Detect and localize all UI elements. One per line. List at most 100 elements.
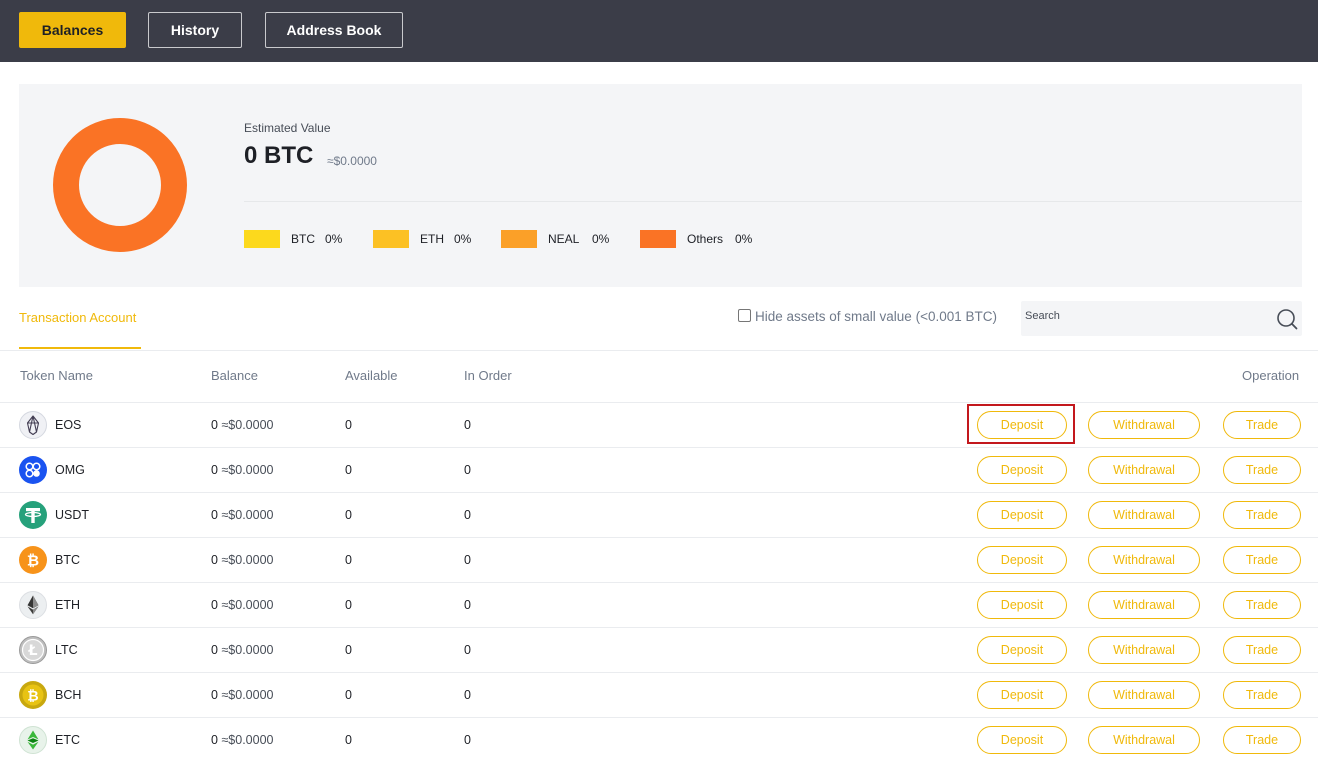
deposit-button-ltc[interactable]: Deposit [977, 636, 1067, 664]
deposit-button-omg[interactable]: Deposit [977, 456, 1067, 484]
svg-text:₿: ₿ [27, 689, 38, 705]
token-in-order: 0 [464, 553, 471, 567]
legend-swatch-others [640, 230, 676, 248]
legend-percent-eth: 0% [454, 232, 472, 246]
table-row-eos: EOS 0 ≈$0.0000 0 0 Deposit Withdrawal Trade [0, 402, 1318, 447]
hide-small-assets-checkbox[interactable] [738, 309, 751, 322]
balance-summary-panel: Estimated Value 0 BTC ≈$0.0000 BTC 0% ET… [19, 84, 1302, 287]
token-balance: 0 ≈$0.0000 [211, 508, 274, 522]
trade-button-omg[interactable]: Trade [1223, 456, 1301, 484]
token-name: ETC [55, 733, 80, 747]
bch-icon: ₿ [19, 681, 47, 709]
legend-name-btc: BTC [291, 232, 315, 246]
token-name: USDT [55, 508, 90, 522]
omg-icon [19, 456, 47, 484]
deposit-button-usdt[interactable]: Deposit [977, 501, 1067, 529]
ltc-icon: Ł [19, 636, 47, 664]
token-available: 0 [345, 643, 352, 657]
table-row-usdt: USDT 0 ≈$0.0000 0 0 Deposit Withdrawal Trade [0, 492, 1318, 537]
search-icon[interactable] [1276, 308, 1298, 330]
token-name: LTC [55, 643, 78, 657]
tab-transaction-account[interactable]: Transaction Account [19, 310, 136, 325]
token-available: 0 [345, 688, 352, 702]
token-balance: 0 ≈$0.0000 [211, 553, 274, 567]
btc-icon: ₿ [19, 546, 47, 574]
table-row-btc: ₿ BTC 0 ≈$0.0000 0 0 Deposit Withdrawal Trade [0, 537, 1318, 582]
eos-icon [19, 411, 47, 439]
legend-name-others: Others [687, 232, 724, 246]
withdrawal-button-btc[interactable]: Withdrawal [1088, 546, 1200, 574]
active-tab-underline [19, 347, 141, 349]
trade-button-etc[interactable]: Trade [1223, 726, 1301, 754]
etc-icon [19, 726, 47, 754]
legend-swatch-neal [501, 230, 537, 248]
eth-icon [19, 591, 47, 619]
hide-small-assets-label: Hide assets of small value (<0.001 BTC) [755, 309, 997, 324]
deposit-button-eos[interactable]: Deposit [977, 411, 1067, 439]
withdrawal-button-ltc[interactable]: Withdrawal [1088, 636, 1200, 664]
svg-text:Ł: Ł [28, 643, 38, 659]
tab-history[interactable]: History [148, 12, 242, 48]
legend-swatch-btc [244, 230, 280, 248]
deposit-button-btc[interactable]: Deposit [977, 546, 1067, 574]
search-box [1021, 301, 1302, 336]
hide-small-assets-toggle[interactable]: Hide assets of small value (<0.001 BTC) [738, 309, 997, 324]
legend-percent-btc: 0% [325, 232, 343, 246]
token-balance: 0 ≈$0.0000 [211, 733, 274, 747]
withdrawal-button-eth[interactable]: Withdrawal [1088, 591, 1200, 619]
trade-button-eos[interactable]: Trade [1223, 411, 1301, 439]
table-row-omg: OMG 0 ≈$0.0000 0 0 Deposit Withdrawal Trade [0, 447, 1318, 492]
column-header-balance: Balance [211, 368, 258, 383]
token-in-order: 0 [464, 598, 471, 612]
deposit-button-eth[interactable]: Deposit [977, 591, 1067, 619]
token-balance: 0 ≈$0.0000 [211, 688, 274, 702]
token-balance: 0 ≈$0.0000 [211, 418, 274, 432]
token-available: 0 [345, 598, 352, 612]
token-name: BCH [55, 688, 82, 702]
withdrawal-button-bch[interactable]: Withdrawal [1088, 681, 1200, 709]
token-name: OMG [55, 463, 85, 477]
trade-button-btc[interactable]: Trade [1223, 546, 1301, 574]
token-name: BTC [55, 553, 80, 567]
deposit-button-bch[interactable]: Deposit [977, 681, 1067, 709]
withdrawal-button-eos[interactable]: Withdrawal [1088, 411, 1200, 439]
usdt-icon [19, 501, 47, 529]
withdrawal-button-omg[interactable]: Withdrawal [1088, 456, 1200, 484]
token-name: EOS [55, 418, 82, 432]
token-balance: 0 ≈$0.0000 [211, 643, 274, 657]
column-header-token-name: Token Name [20, 368, 93, 383]
column-header-available: Available [345, 368, 398, 383]
trade-button-bch[interactable]: Trade [1223, 681, 1301, 709]
table-row-bch: ₿ BCH 0 ≈$0.0000 0 0 Deposit Withdrawal Trade [0, 672, 1318, 717]
token-in-order: 0 [464, 508, 471, 522]
deposit-button-etc[interactable]: Deposit [977, 726, 1067, 754]
trade-button-usdt[interactable]: Trade [1223, 501, 1301, 529]
token-in-order: 0 [464, 463, 471, 477]
token-in-order: 0 [464, 733, 471, 747]
summary-divider [244, 201, 1302, 202]
token-available: 0 [345, 463, 352, 477]
legend-name-neal: NEAL [548, 232, 580, 246]
token-in-order: 0 [464, 418, 471, 432]
section-divider [0, 350, 1318, 351]
token-balance: 0 ≈$0.0000 [211, 463, 274, 477]
token-balance: 0 ≈$0.0000 [211, 598, 274, 612]
search-input[interactable] [1025, 310, 1265, 322]
column-header-operation: Operation [1242, 368, 1300, 383]
tab-balances[interactable]: Balances [19, 12, 126, 48]
table-row-etc: ETC 0 ≈$0.0000 0 0 Deposit Withdrawal Trade [0, 717, 1318, 762]
token-available: 0 [345, 733, 352, 747]
tab-address-book[interactable]: Address Book [265, 12, 403, 48]
withdrawal-button-etc[interactable]: Withdrawal [1088, 726, 1200, 754]
token-in-order: 0 [464, 643, 471, 657]
table-row-eth: ETH 0 ≈$0.0000 0 0 Deposit Withdrawal Trade [0, 582, 1318, 627]
withdrawal-button-usdt[interactable]: Withdrawal [1088, 501, 1200, 529]
estimated-value-label: Estimated Value [244, 121, 331, 135]
trade-button-ltc[interactable]: Trade [1223, 636, 1301, 664]
estimated-usd-value: ≈$0.0000 [327, 154, 377, 168]
svg-text:₿: ₿ [27, 552, 39, 570]
allocation-donut-chart [53, 118, 187, 252]
legend-percent-neal: 0% [592, 232, 610, 246]
table-row-ltc: Ł LTC 0 ≈$0.0000 0 0 Deposit Withdrawal Trade [0, 627, 1318, 672]
trade-button-eth[interactable]: Trade [1223, 591, 1301, 619]
